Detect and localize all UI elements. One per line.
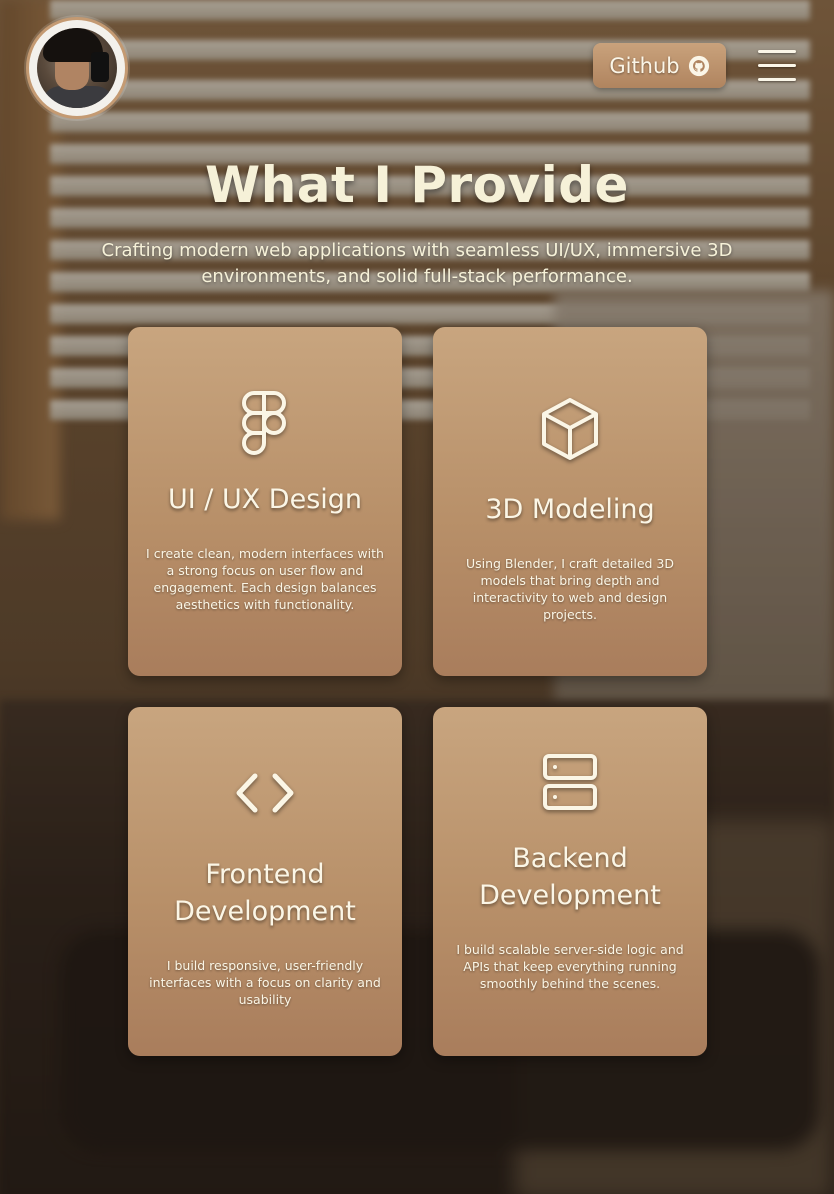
card-title: 3D Modeling bbox=[485, 494, 655, 525]
service-card-3d-modeling[interactable]: 3D Modeling Using Blender, I craft detai… bbox=[433, 327, 707, 676]
card-description: I build responsive, user-friendly interf… bbox=[149, 958, 381, 1007]
page-subtitle: Crafting modern web applications with se… bbox=[101, 240, 733, 287]
service-card-backend[interactable]: Backend Development I build scalable ser… bbox=[433, 707, 707, 1056]
card-title: Frontend Development bbox=[174, 859, 356, 927]
github-button-label: Github bbox=[609, 53, 680, 78]
avatar[interactable] bbox=[26, 17, 128, 119]
server-icon bbox=[433, 753, 707, 811]
cube-icon bbox=[433, 397, 707, 461]
card-description: I build scalable server-side logic and A… bbox=[456, 942, 684, 991]
card-description: I create clean, modern interfaces with a… bbox=[146, 546, 384, 612]
page-title: What I Provide bbox=[205, 156, 629, 214]
card-title: Backend Development bbox=[479, 843, 661, 911]
figma-icon bbox=[128, 391, 402, 455]
service-card-frontend[interactable]: Frontend Development I build responsive,… bbox=[128, 707, 402, 1056]
code-icon bbox=[128, 771, 402, 815]
service-card-ui-ux[interactable]: UI / UX Design I create clean, modern in… bbox=[128, 327, 402, 676]
card-description: Using Blender, I craft detailed 3D model… bbox=[465, 556, 675, 622]
card-title: UI / UX Design bbox=[167, 484, 363, 515]
hamburger-menu-icon[interactable] bbox=[758, 50, 796, 82]
github-button[interactable]: Github bbox=[593, 43, 726, 88]
github-icon bbox=[688, 55, 709, 76]
